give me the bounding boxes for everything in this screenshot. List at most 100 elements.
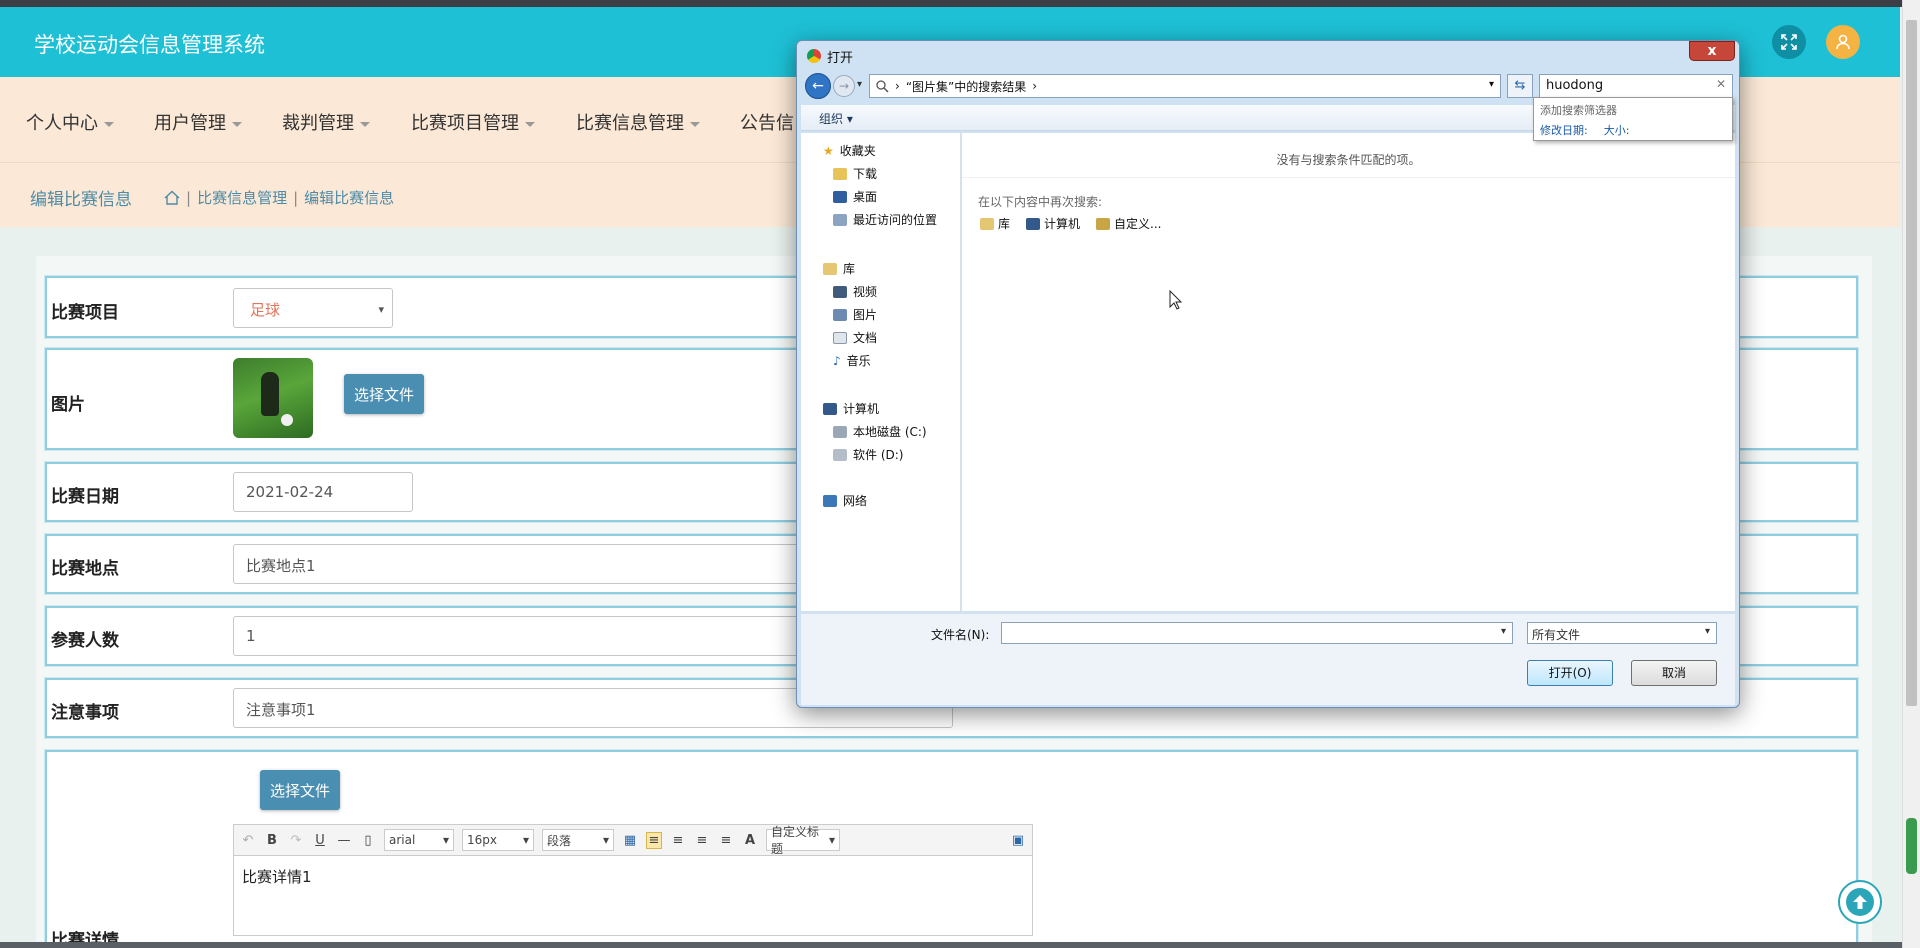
- redo-icon[interactable]: ↷: [288, 833, 304, 848]
- underline-button[interactable]: U: [312, 833, 328, 848]
- paragraph-select[interactable]: 段落 ▾: [542, 829, 614, 851]
- music-icon: ♪: [833, 353, 841, 368]
- nav-recent[interactable]: 最近访问的位置: [823, 208, 937, 231]
- forward-button[interactable]: →: [833, 75, 855, 97]
- bold-button[interactable]: B: [264, 833, 280, 848]
- field-label: 参赛人数: [51, 631, 119, 651]
- dialog-titlebar: 打开 x: [797, 41, 1739, 69]
- caret-down-icon: [104, 121, 114, 127]
- align-left-icon[interactable]: ≡: [646, 831, 662, 849]
- user-avatar-button[interactable]: [1826, 25, 1860, 59]
- file-list-pane[interactable]: 没有与搜索条件匹配的项。 在以下内容中再次搜索: 库 计算机 自定义...: [962, 133, 1735, 611]
- chevron-down-icon: ▾: [378, 303, 384, 316]
- nav-desktop[interactable]: 桌面: [823, 185, 937, 208]
- scrollbar-thumb[interactable]: [1906, 20, 1917, 706]
- chevron-down-icon: ▾: [442, 833, 449, 847]
- chevron-down-icon[interactable]: ▾: [1489, 79, 1494, 90]
- rich-editor-content[interactable]: 比赛详情1: [233, 856, 1033, 936]
- font-size-select[interactable]: 16px ▾: [462, 829, 534, 851]
- nav-pictures[interactable]: 图片: [823, 303, 877, 326]
- font-family-select[interactable]: arial ▾: [384, 829, 454, 851]
- computer-icon: [1026, 217, 1041, 230]
- page-title: 编辑比赛信息: [30, 190, 132, 210]
- nav-disk-c[interactable]: 本地磁盘 (C:): [823, 420, 927, 443]
- network-icon: [823, 494, 837, 507]
- back-button[interactable]: ←: [805, 73, 831, 99]
- custom-folder-icon: [1096, 217, 1111, 230]
- nav-item-events[interactable]: 比赛项目管理: [411, 109, 535, 135]
- source-view-icon[interactable]: ▣: [1010, 833, 1026, 848]
- open-button[interactable]: 打开(O): [1527, 660, 1613, 686]
- field-label: 比赛项目: [51, 303, 119, 323]
- align-right-icon[interactable]: ≡: [694, 833, 710, 848]
- nav-libraries[interactable]: 库: [823, 257, 877, 280]
- address-path[interactable]: “图片集”中的搜索结果: [906, 78, 1026, 95]
- undo-icon[interactable]: ↶: [240, 833, 256, 848]
- cancel-button[interactable]: 取消: [1631, 660, 1717, 686]
- filename-input[interactable]: ▾: [1001, 622, 1513, 644]
- recent-locations-dropdown[interactable]: ▾: [857, 79, 862, 90]
- project-select[interactable]: 足球 ▾: [233, 288, 393, 328]
- back-to-top-button[interactable]: [1838, 880, 1882, 924]
- nav-item-profile[interactable]: 个人中心: [26, 109, 114, 135]
- search-again-label: 在以下内容中再次搜索:: [978, 195, 1103, 209]
- drive-icon: [833, 448, 847, 461]
- refresh-button[interactable]: ⇆: [1507, 74, 1533, 98]
- nav-favorites[interactable]: ★ 收藏夹: [823, 139, 937, 162]
- font-color-button[interactable]: A: [742, 833, 758, 848]
- chevron-down-icon[interactable]: ▾: [1501, 626, 1506, 637]
- filter-date-modified[interactable]: 修改日期:: [1540, 122, 1588, 138]
- nav-music[interactable]: ♪ 音乐: [823, 349, 877, 372]
- empty-results-message: 没有与搜索条件匹配的项。: [1276, 153, 1421, 167]
- user-icon: [1836, 34, 1850, 50]
- chevron-down-icon: ▾: [828, 833, 835, 847]
- page-scrollbar[interactable]: [1902, 0, 1920, 948]
- nav-computer[interactable]: 计算机: [823, 397, 927, 420]
- recent-places-icon: [833, 213, 847, 226]
- clear-format-icon[interactable]: ▯: [360, 833, 376, 848]
- match-image-thumbnail: [233, 358, 313, 438]
- align-justify-icon[interactable]: ≡: [718, 833, 734, 848]
- choose-detail-file-button[interactable]: 选择文件: [260, 770, 341, 810]
- navigation-pane: ★ 收藏夹 下载 桌面 最近访问的位置 库 视频 图片 文档 ♪ 音乐 计算机 本地…: [801, 133, 961, 611]
- filter-size[interactable]: 大小:: [1604, 122, 1630, 138]
- filetype-select[interactable]: 所有文件 ▾: [1527, 622, 1717, 644]
- nav-network[interactable]: 网络: [823, 489, 867, 512]
- field-label: 注意事项: [51, 703, 119, 723]
- nav-downloads[interactable]: 下载: [823, 162, 937, 185]
- library-icon: [823, 262, 837, 275]
- nav-documents[interactable]: 文档: [823, 326, 877, 349]
- search-again-custom[interactable]: 自定义...: [1096, 215, 1161, 232]
- date-input[interactable]: 2021-02-24: [233, 472, 413, 512]
- nav-item-users[interactable]: 用户管理: [154, 109, 242, 135]
- nav-videos[interactable]: 视频: [823, 280, 877, 303]
- downloads-folder-icon: [833, 167, 847, 180]
- nav-item-notices[interactable]: 公告信: [740, 109, 794, 135]
- organize-menu[interactable]: 组织 ▾: [819, 112, 853, 126]
- choose-image-button[interactable]: 选择文件: [344, 374, 425, 414]
- search-again-library[interactable]: 库: [980, 215, 1010, 232]
- dialog-close-button[interactable]: x: [1689, 41, 1735, 61]
- address-bar[interactable]: › “图片集”中的搜索结果 › ▾: [869, 74, 1501, 98]
- drive-icon: [833, 425, 847, 438]
- search-filter-popup: 添加搜索筛选器 修改日期: 大小:: [1533, 97, 1733, 141]
- horizontal-rule-icon[interactable]: —: [336, 833, 352, 848]
- nav-disk-d[interactable]: 软件 (D:): [823, 443, 927, 466]
- caret-down-icon: [690, 121, 700, 127]
- rich-editor-toolbar: ↶ B ↷ U — ▯ arial ▾ 16px ▾ 段落 ▾ ▦ ≡ ≡ ≡ ≡ A…: [233, 824, 1033, 856]
- chevron-right-icon: ›: [1032, 79, 1038, 93]
- search-again-computer[interactable]: 计算机: [1026, 215, 1080, 232]
- fullscreen-button[interactable]: [1772, 25, 1806, 59]
- nav-item-matches[interactable]: 比赛信息管理: [576, 109, 700, 135]
- breadcrumb-link-matches[interactable]: 比赛信息管理: [197, 187, 287, 208]
- home-icon[interactable]: [164, 190, 180, 205]
- chevron-right-icon: ›: [895, 79, 900, 93]
- chevron-down-icon: ▾: [602, 833, 609, 847]
- clear-search-icon[interactable]: ✕: [1716, 77, 1726, 91]
- arrow-up-icon: [1846, 888, 1874, 916]
- nav-item-referees[interactable]: 裁判管理: [282, 109, 370, 135]
- dialog-search-input[interactable]: huodong ✕: [1539, 74, 1733, 98]
- custom-title-select[interactable]: 自定义标题 ▾: [766, 825, 840, 856]
- align-center-icon[interactable]: ≡: [670, 833, 686, 848]
- table-icon[interactable]: ▦: [622, 833, 638, 848]
